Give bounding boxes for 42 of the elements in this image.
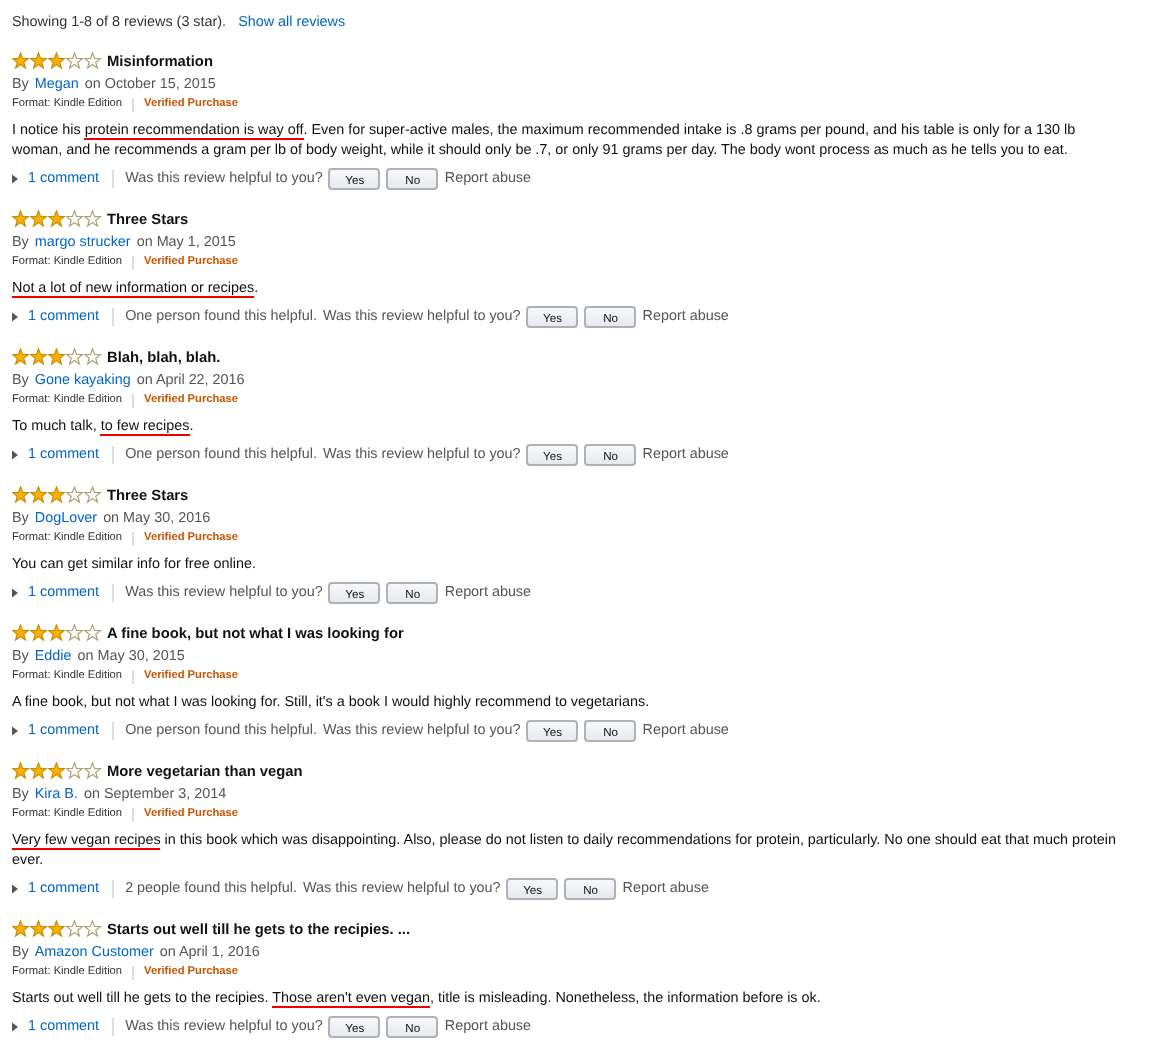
filled-star-icon	[30, 486, 47, 504]
filled-star-icon	[48, 762, 65, 780]
empty-star-icon	[66, 486, 83, 504]
caret-icon	[12, 1021, 18, 1031]
empty-star-icon	[66, 348, 83, 366]
caret-icon	[12, 311, 18, 321]
caret-icon	[12, 883, 18, 893]
filled-star-icon	[30, 920, 47, 938]
filled-star-icon	[48, 920, 65, 938]
empty-star-icon	[84, 52, 101, 70]
filled-star-icon	[48, 210, 65, 228]
empty-star-icon	[84, 920, 101, 938]
empty-star-icon	[84, 762, 101, 780]
caret-icon	[12, 725, 18, 735]
caret-icon	[12, 173, 18, 183]
filled-star-icon	[12, 52, 29, 70]
empty-star-icon	[66, 210, 83, 228]
empty-star-icon	[66, 624, 83, 642]
caret-icon	[12, 587, 18, 597]
empty-star-icon	[84, 210, 101, 228]
filled-star-icon	[48, 52, 65, 70]
filled-star-icon	[30, 52, 47, 70]
filled-star-icon	[12, 486, 29, 504]
filled-star-icon	[12, 348, 29, 366]
empty-star-icon	[66, 920, 83, 938]
filled-star-icon	[12, 624, 29, 642]
filled-star-icon	[30, 348, 47, 366]
filled-star-icon	[12, 920, 29, 938]
empty-star-icon	[66, 762, 83, 780]
filled-star-icon	[30, 210, 47, 228]
filled-star-icon	[48, 486, 65, 504]
filled-star-icon	[48, 624, 65, 642]
empty-star-icon	[84, 486, 101, 504]
filled-star-icon	[12, 210, 29, 228]
filled-star-icon	[30, 762, 47, 780]
filled-star-icon	[48, 348, 65, 366]
filled-star-icon	[12, 762, 29, 780]
empty-star-icon	[84, 348, 101, 366]
empty-star-icon	[66, 52, 83, 70]
filled-star-icon	[30, 624, 47, 642]
empty-star-icon	[84, 624, 101, 642]
caret-icon	[12, 449, 18, 459]
